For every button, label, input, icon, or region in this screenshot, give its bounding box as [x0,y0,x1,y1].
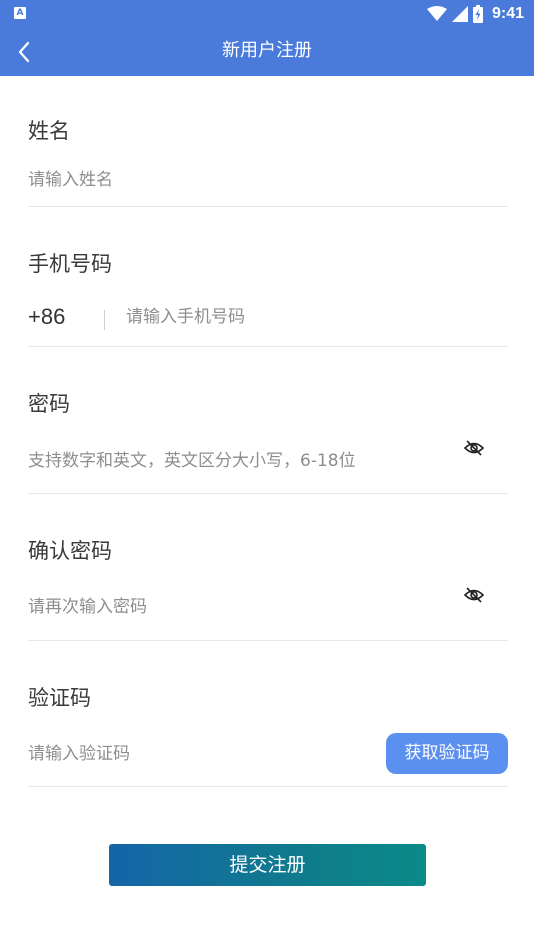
eye-slash-icon [463,587,485,603]
country-code-prefix[interactable]: +86 [28,303,65,331]
verification-code-input[interactable] [28,741,358,767]
app-notification-icon: A [14,7,26,19]
eye-slash-icon [463,440,485,456]
verification-code-label: 验证码 [28,686,91,710]
verification-code-field: 验证码 获取验证码 [28,671,508,787]
password-visibility-toggle[interactable] [463,438,485,458]
phone-field: 手机号码 +86 [28,238,508,347]
battery-charging-icon [472,5,483,23]
status-icons: 9:41 [426,4,524,24]
get-code-button[interactable]: 获取验证码 [386,733,508,774]
confirm-password-field: 确认密码 [28,525,508,641]
status-time: 9:41 [491,5,524,22]
password-field: 密码 [28,378,508,494]
navigation-bar: 新用户注册 [0,28,534,76]
signal-icon [451,6,468,22]
phone-input[interactable] [126,304,486,330]
confirm-password-label: 确认密码 [28,539,112,563]
password-label: 密码 [28,392,70,416]
confirm-password-input[interactable] [28,594,448,620]
wifi-icon [426,6,447,21]
name-input[interactable] [28,167,488,193]
prefix-divider [104,310,105,330]
submit-button[interactable]: 提交注册 [109,844,426,886]
page-title: 新用户注册 [222,40,312,61]
password-input[interactable] [28,448,448,474]
name-field: 姓名 [28,106,508,207]
confirm-password-visibility-toggle[interactable] [463,585,485,605]
name-label: 姓名 [28,119,70,143]
status-bar: A 9:41 [0,0,534,28]
phone-label: 手机号码 [28,252,112,276]
